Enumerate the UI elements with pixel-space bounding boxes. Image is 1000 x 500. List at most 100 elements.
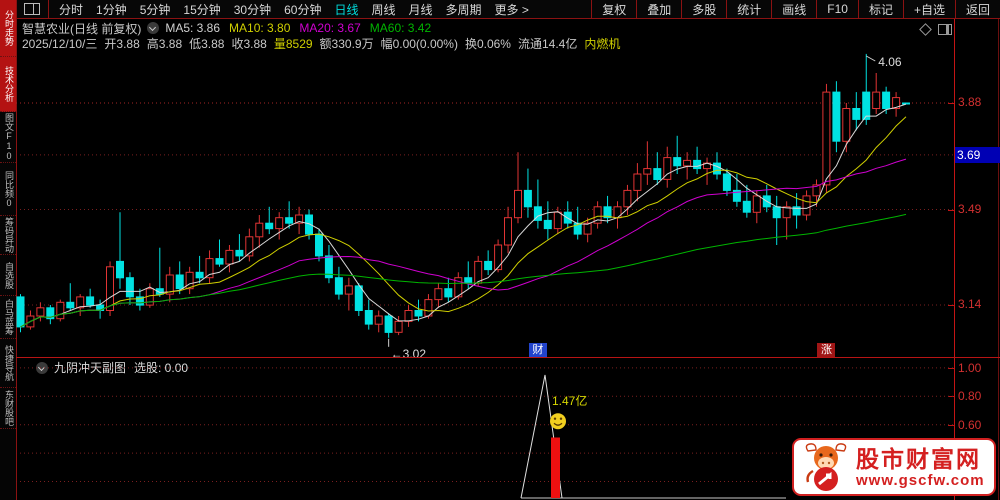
candle-body	[315, 233, 323, 257]
watermark-title: 股市财富网	[856, 445, 981, 472]
candle-body	[344, 285, 353, 295]
quote-part: 低3.88	[189, 37, 225, 51]
candle-body	[742, 200, 751, 213]
period-tab[interactable]: 30分钟	[234, 1, 271, 18]
toolbar-button[interactable]: 多股	[681, 0, 726, 18]
toolbar-button[interactable]: 返回	[954, 0, 1000, 18]
toolbar-button[interactable]: 复权	[591, 0, 636, 18]
sidebar-tab[interactable]: 自选股	[0, 255, 16, 296]
candle-body	[713, 162, 721, 175]
toolbar-button[interactable]: 画线	[771, 0, 816, 18]
candle-body	[583, 222, 592, 235]
sidebar-tab[interactable]: 筹码异动	[0, 216, 16, 255]
period-tab[interactable]: 日线	[334, 1, 358, 18]
candle-body	[673, 157, 682, 167]
quote-part: 换0.06%	[464, 37, 511, 51]
sidebar-tab[interactable]: 白马蓝筹	[0, 296, 16, 339]
candle-body	[175, 274, 184, 290]
quote-part: 2025/12/10/三	[22, 37, 98, 51]
candle-body	[225, 249, 234, 265]
candle-body	[414, 310, 423, 317]
candle-body	[364, 310, 373, 325]
candlestick-chart[interactable]: 4.06←3.02	[16, 52, 954, 358]
candle-body	[106, 266, 114, 312]
candle-body	[752, 195, 761, 213]
price-axis-label: 3.49	[958, 201, 982, 216]
candle-body	[255, 222, 264, 238]
candle-body	[553, 211, 562, 230]
candle-body	[653, 168, 662, 180]
price-axis-label: 3.88	[958, 95, 982, 110]
sidebar-tab[interactable]: 快捷导航	[0, 339, 16, 388]
candle-body	[354, 285, 363, 311]
quote-part: 开3.88	[104, 37, 140, 51]
stock-title: 智慧农业(日线 前复权)	[22, 21, 142, 36]
ma-value: MA5: 3.86	[165, 21, 221, 35]
candle-body	[185, 271, 194, 290]
right-edge-line	[998, 19, 999, 500]
candle-body	[862, 91, 871, 120]
candle-body	[504, 217, 512, 246]
candle-body	[882, 91, 891, 109]
toolbar-button[interactable]: 统计	[726, 0, 771, 18]
event-badge[interactable]: 财	[528, 343, 547, 357]
toolbar-button[interactable]: F10	[816, 0, 858, 18]
candle-body	[265, 222, 274, 230]
candle-body	[872, 91, 881, 109]
candle-body	[16, 296, 25, 328]
sub-axis-label: 0.60	[958, 417, 982, 432]
sidebar-tab[interactable]: 东财股吧	[0, 388, 16, 429]
toolbar-button[interactable]: +自选	[902, 0, 955, 18]
price-axis-label: 3.14	[958, 297, 982, 312]
candle-body	[623, 189, 632, 208]
period-tab[interactable]: 多周期	[446, 1, 482, 18]
candle-body	[384, 315, 393, 333]
watermark-url: www.gscfw.com	[856, 471, 985, 489]
candle-body	[683, 159, 692, 167]
axis-tick	[948, 103, 954, 105]
left-sidebar: 分时走势 技术分析 图文F10 同比频0 筹码异动 自选股 白马蓝筹 快捷导航 东财股吧	[0, 0, 17, 500]
period-tab[interactable]: 周线	[371, 1, 395, 18]
candle-body	[842, 108, 851, 142]
period-tab[interactable]: 5分钟	[140, 1, 171, 18]
quote-part: 幅0.00(0.00%)	[380, 37, 458, 51]
sidebar-tab[interactable]: 分时走势	[0, 0, 16, 57]
split-window-icon[interactable]	[24, 3, 40, 15]
candle-body	[494, 244, 503, 271]
period-tab[interactable]: 分时	[59, 1, 83, 18]
trading-app-window: 分时 1分钟 5分钟 15分钟 30分钟 60分钟 日线 周线 月线 多周期 更多 > 复权 叠加 多股…	[0, 0, 1000, 500]
diamond-icon[interactable]	[919, 23, 932, 36]
sidebar-tab[interactable]: 图文F10	[0, 112, 16, 163]
pane-toggle-icon[interactable]	[938, 24, 952, 35]
candle-body	[394, 320, 403, 333]
period-tab[interactable]: 60分钟	[284, 1, 321, 18]
event-badge[interactable]: 涨	[817, 343, 836, 357]
period-tab[interactable]: 15分钟	[183, 1, 220, 18]
candle-body	[523, 189, 532, 208]
signal-bar	[551, 437, 560, 498]
toolbar-button[interactable]: 标记	[857, 0, 903, 18]
high-label: 4.06	[878, 55, 902, 69]
price-axis-badge: 3.69	[955, 146, 1000, 163]
candle-body	[852, 108, 861, 120]
candle-body	[215, 258, 224, 265]
period-tab[interactable]: 月线	[409, 1, 433, 18]
ma-value: MA20: 3.67	[299, 21, 361, 35]
toolbar-button[interactable]: 叠加	[636, 0, 681, 18]
candle-body	[195, 271, 204, 279]
toolbar-buttons: 复权 叠加 多股 统计 画线 F10 标记 +自选 返回	[591, 0, 1000, 18]
chevron-down-icon[interactable]	[147, 22, 160, 34]
candle-body	[543, 219, 552, 230]
sidebar-tab[interactable]: 技术分析	[0, 57, 16, 112]
candle-body	[902, 102, 910, 105]
axis-tick	[948, 305, 954, 307]
candle-body	[36, 307, 45, 317]
quote-part: 内燃机	[584, 37, 621, 51]
candle-body	[464, 277, 473, 284]
sub-axis-label: 1.00	[958, 360, 982, 375]
period-tab[interactable]: 更多 >	[495, 1, 529, 18]
sidebar-tab[interactable]: 同比频0	[0, 163, 16, 216]
candle-body	[125, 277, 134, 298]
period-tabs: 分时 1分钟 5分钟 15分钟 30分钟 60分钟 日线 周线 月线 多周期 更多 >	[48, 0, 591, 18]
period-tab[interactable]: 1分钟	[96, 1, 127, 18]
